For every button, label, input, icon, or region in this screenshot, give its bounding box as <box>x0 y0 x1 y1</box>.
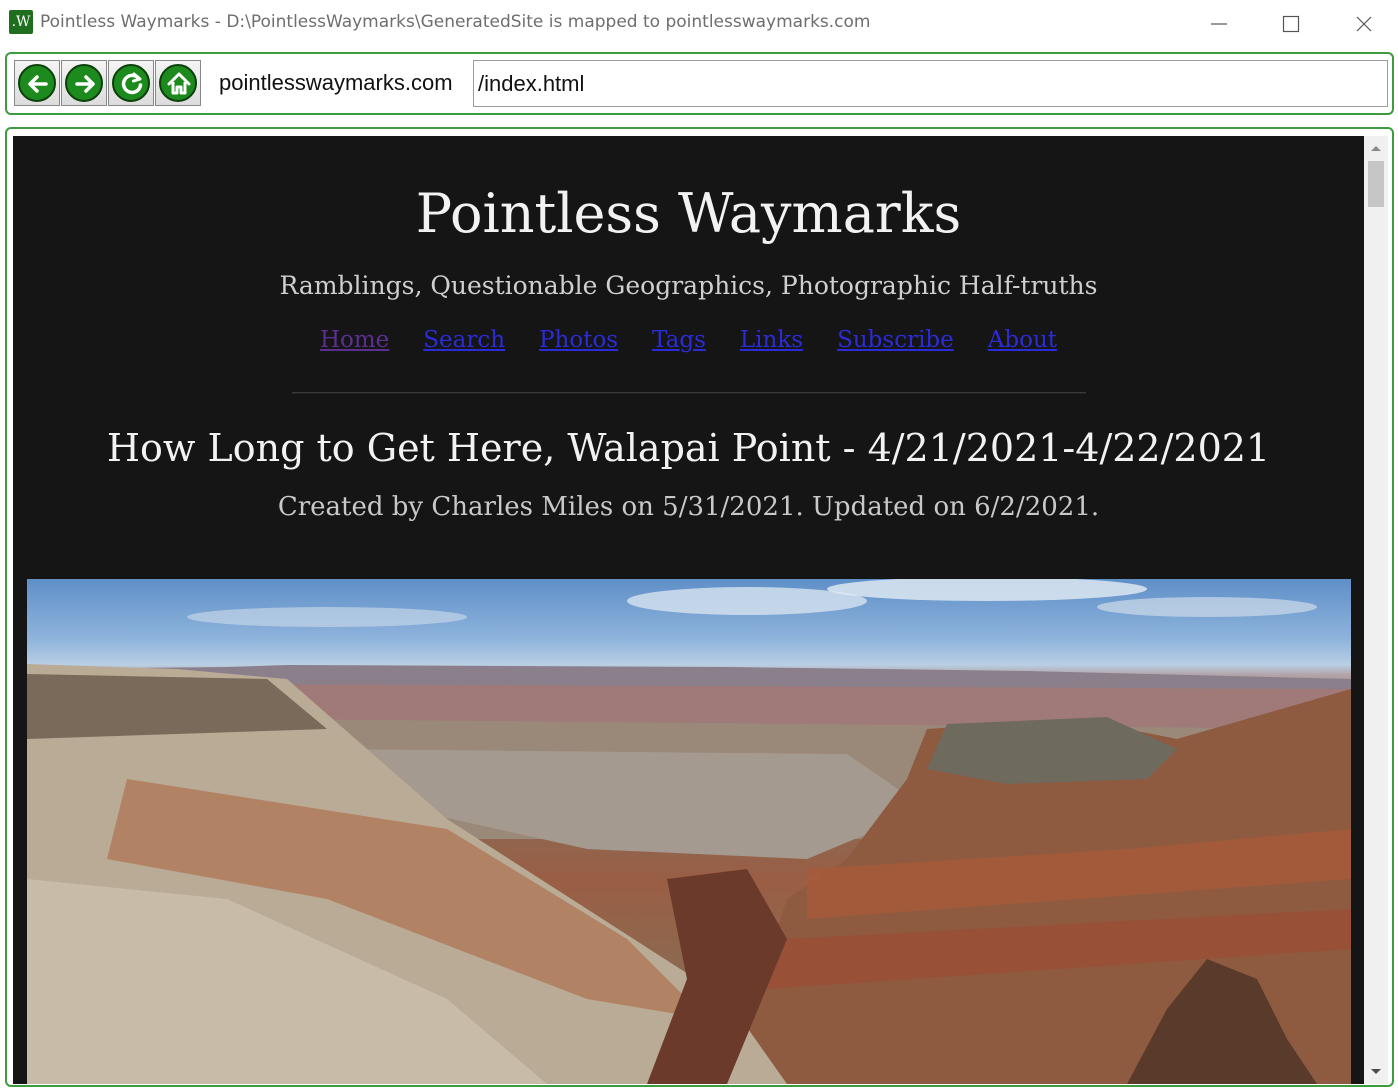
scroll-down-button[interactable] <box>1364 1062 1388 1082</box>
maximize-icon <box>1282 15 1300 33</box>
post-photo[interactable] <box>27 579 1351 1084</box>
home-icon <box>167 72 191 95</box>
post-meta: Created by Charles Miles on 5/31/2021. U… <box>277 492 1100 522</box>
site-nav: Home Search Photos Tags Links Subscribe About <box>13 327 1364 353</box>
scroll-down-icon <box>1371 1069 1381 1074</box>
minimize-icon <box>1211 23 1227 25</box>
maximize-button[interactable] <box>1268 8 1314 38</box>
scroll-up-icon <box>1371 146 1381 151</box>
nav-link-home[interactable]: Home <box>320 327 389 353</box>
nav-link-photos[interactable]: Photos <box>539 327 618 353</box>
home-button[interactable] <box>155 60 201 106</box>
window-title: Pointless Waymarks - D:\PointlessWaymark… <box>40 12 871 32</box>
nav-link-links[interactable]: Links <box>740 327 803 353</box>
nav-link-about[interactable]: About <box>988 327 1057 353</box>
vertical-scrollbar[interactable] <box>1364 136 1388 1084</box>
post-title: How Long to Get Here, Walapai Point - 4/… <box>106 426 1271 470</box>
header-divider <box>292 392 1086 394</box>
site-title: Pointless Waymarks <box>415 182 962 245</box>
refresh-button[interactable] <box>108 60 154 106</box>
host-label: pointlesswaymarks.com <box>219 70 453 95</box>
web-view[interactable]: Pointless Waymarks Ramblings, Questionab… <box>13 136 1364 1084</box>
close-button[interactable] <box>1341 8 1387 38</box>
url-path-input[interactable] <box>473 60 1388 107</box>
scrollbar-thumb[interactable] <box>1368 161 1384 207</box>
app-icon: .W <box>9 10 33 34</box>
nav-link-tags[interactable]: Tags <box>652 327 706 353</box>
scroll-up-button[interactable] <box>1364 138 1388 158</box>
forward-button[interactable] <box>61 60 107 106</box>
nav-link-subscribe[interactable]: Subscribe <box>837 327 954 353</box>
browser-frame: Pointless Waymarks Ramblings, Questionab… <box>5 127 1394 1087</box>
site-tagline: Ramblings, Questionable Geographics, Pho… <box>279 271 1098 300</box>
back-icon <box>28 75 48 93</box>
window-title-bar[interactable]: .W Pointless Waymarks - D:\PointlessWaym… <box>0 0 1398 46</box>
canyon-photo-image <box>27 579 1351 1084</box>
close-icon <box>1356 16 1372 32</box>
refresh-icon <box>121 72 143 95</box>
back-button[interactable] <box>14 60 60 106</box>
navigation-toolbar: pointlesswaymarks.com <box>5 52 1394 115</box>
nav-link-search[interactable]: Search <box>423 327 505 353</box>
minimize-button[interactable] <box>1196 8 1242 38</box>
forward-icon <box>75 75 95 93</box>
